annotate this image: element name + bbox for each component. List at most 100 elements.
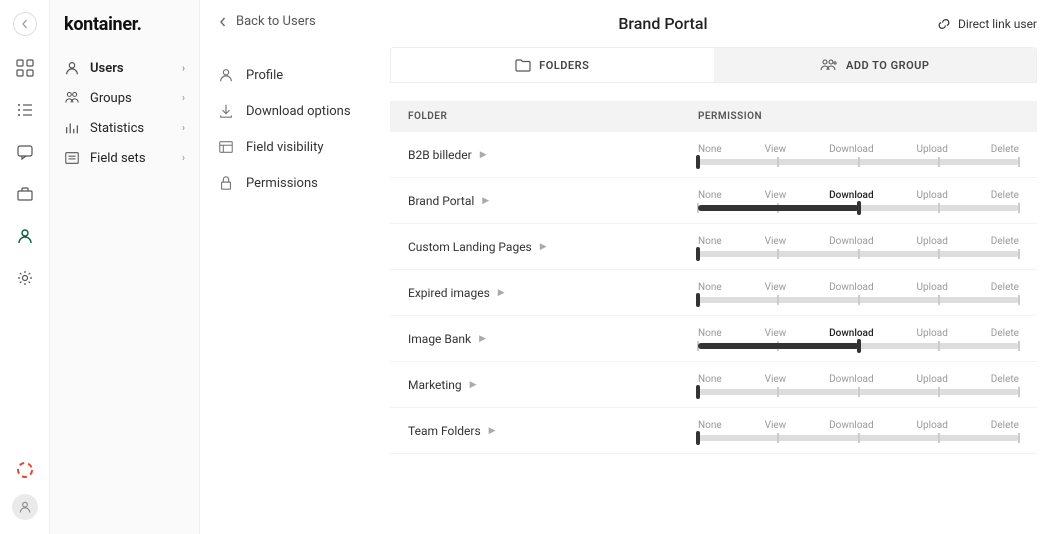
help-icon[interactable] — [15, 460, 35, 480]
list-icon[interactable] — [15, 100, 35, 120]
slider-handle[interactable] — [857, 339, 861, 353]
slider-handle[interactable] — [696, 155, 700, 169]
slider-label-none: None — [698, 374, 722, 385]
slider-tick — [938, 249, 940, 259]
slider-label-download: Download — [829, 190, 873, 201]
folder-name[interactable]: Custom Landing Pages▶ — [408, 240, 698, 254]
back-label: Back to Users — [236, 14, 316, 29]
settings-label: Permissions — [246, 176, 318, 191]
tab-folders-label: FOLDERS — [539, 59, 589, 72]
settings-item-download-options[interactable]: Download options — [218, 93, 380, 129]
tab-add-to-group[interactable]: ADD TO GROUP — [714, 48, 1037, 82]
slider-track[interactable] — [698, 435, 1019, 441]
folder-label: Team Folders — [408, 424, 481, 438]
direct-link-user[interactable]: Direct link user — [936, 16, 1037, 32]
topbar: Brand Portal Direct link user — [390, 14, 1037, 47]
nav-label: Groups — [90, 91, 132, 106]
slider-tick — [858, 387, 860, 397]
slider-handle[interactable] — [696, 385, 700, 399]
slider-tick — [777, 295, 779, 305]
chevron-right-icon: › — [182, 153, 185, 164]
slider-fill — [698, 343, 859, 349]
permission-slider[interactable]: NoneViewDownloadUploadDelete — [698, 374, 1019, 395]
folder-name[interactable]: Team Folders ▶ — [408, 424, 698, 438]
folder-row: Custom Landing Pages▶NoneViewDownloadUpl… — [390, 224, 1037, 270]
slider-track[interactable] — [698, 389, 1019, 395]
slider-label-none: None — [698, 190, 722, 201]
slider-labels: NoneViewDownloadUploadDelete — [698, 236, 1019, 247]
permission-slider[interactable]: NoneViewDownloadUploadDelete — [698, 420, 1019, 441]
slider-label-delete: Delete — [991, 374, 1019, 385]
slider-tick — [1018, 295, 1020, 305]
folder-row: Image Bank▶None View Download Upload Delete — [390, 316, 1037, 362]
slider-label-download: Download — [829, 144, 874, 155]
col-permission-header: PERMISSION — [698, 111, 1019, 122]
slider-label-view: View — [765, 190, 787, 201]
permission-slider[interactable]: NoneViewDownloadUploadDelete — [698, 144, 1019, 165]
permission-slider[interactable]: NoneViewDownloadUploadDelete — [698, 282, 1019, 303]
permission-slider[interactable]: NoneViewDownloadUploadDelete — [698, 236, 1019, 257]
direct-link-label: Direct link user — [958, 17, 1037, 31]
settings-item-profile[interactable]: Profile — [218, 57, 380, 93]
slider-track[interactable] — [698, 159, 1019, 165]
slider-label-delete: Delete — [991, 328, 1019, 339]
slider-tick — [858, 157, 860, 167]
slider-track[interactable] — [698, 343, 1019, 349]
expand-icon: ▶ — [480, 150, 487, 160]
slider-label-download: Download — [829, 236, 874, 247]
slider-tick — [938, 341, 940, 351]
page-title: Brand Portal — [390, 14, 936, 33]
group-icon — [820, 58, 838, 72]
slider-track[interactable] — [698, 205, 1019, 211]
folder-row: Marketing ▶ NoneViewDownloadUploadDelete — [390, 362, 1037, 408]
folder-name[interactable]: B2B billeder▶ — [408, 148, 698, 162]
slider-label-download: Download — [829, 328, 873, 339]
slider-labels: None View Download Upload Delete — [698, 328, 1019, 339]
settings-icon — [218, 139, 234, 155]
sidebar-item-field-sets[interactable]: Field sets › — [50, 143, 199, 173]
slider-track[interactable] — [698, 251, 1019, 257]
chat-icon[interactable] — [15, 142, 35, 162]
settings-item-permissions[interactable]: Permissions — [218, 165, 380, 201]
account-avatar[interactable] — [12, 494, 38, 520]
apps-icon[interactable] — [15, 58, 35, 78]
main-panel: Brand Portal Direct link user FOLDERS AD… — [390, 0, 1057, 534]
slider-tick — [777, 387, 779, 397]
slider-tick — [1018, 387, 1020, 397]
slider-handle[interactable] — [696, 247, 700, 261]
back-to-users[interactable]: Back to Users — [218, 14, 380, 57]
rail-collapse-button[interactable] — [13, 12, 37, 36]
folder-name[interactable]: Marketing ▶ — [408, 378, 698, 392]
sidebar-item-users[interactable]: Users› — [50, 53, 199, 83]
folder-label: Marketing — [408, 378, 462, 392]
slider-tick — [938, 203, 940, 213]
chevron-right-icon: › — [182, 123, 185, 134]
slider-labels: NoneViewDownloadUploadDelete — [698, 374, 1019, 385]
permission-slider[interactable]: NoneViewDownloadUploadDelete — [698, 190, 1019, 211]
tab-folders[interactable]: FOLDERS — [391, 48, 714, 82]
gear-icon[interactable] — [15, 268, 35, 288]
slider-tick — [938, 387, 940, 397]
folder-name[interactable]: Image Bank▶ — [408, 332, 698, 346]
slider-tick — [858, 433, 860, 443]
slider-handle[interactable] — [857, 201, 861, 215]
permission-slider[interactable]: None View Download Upload Delete — [698, 328, 1019, 349]
slider-label-view: View — [765, 328, 787, 339]
users-icon[interactable] — [15, 226, 35, 246]
slider-label-view: View — [765, 236, 787, 247]
sidebar-item-statistics[interactable]: Statistics› — [50, 113, 199, 143]
settings-item-field-visibility[interactable]: Field visibility — [218, 129, 380, 165]
slider-label-none: None — [698, 328, 722, 339]
slider-track[interactable] — [698, 297, 1019, 303]
slider-handle[interactable] — [696, 431, 700, 445]
slider-handle[interactable] — [696, 293, 700, 307]
folder-name[interactable]: Expired images▶ — [408, 286, 698, 300]
briefcase-icon[interactable] — [15, 184, 35, 204]
nav-label: Field sets — [90, 151, 146, 166]
slider-label-view: View — [765, 420, 787, 431]
folder-name[interactable]: Brand Portal▶ — [408, 194, 698, 208]
expand-icon: ▶ — [470, 380, 477, 390]
expand-icon: ▶ — [489, 426, 496, 436]
slider-label-upload: Upload — [917, 328, 948, 339]
sidebar-item-groups[interactable]: Groups› — [50, 83, 199, 113]
